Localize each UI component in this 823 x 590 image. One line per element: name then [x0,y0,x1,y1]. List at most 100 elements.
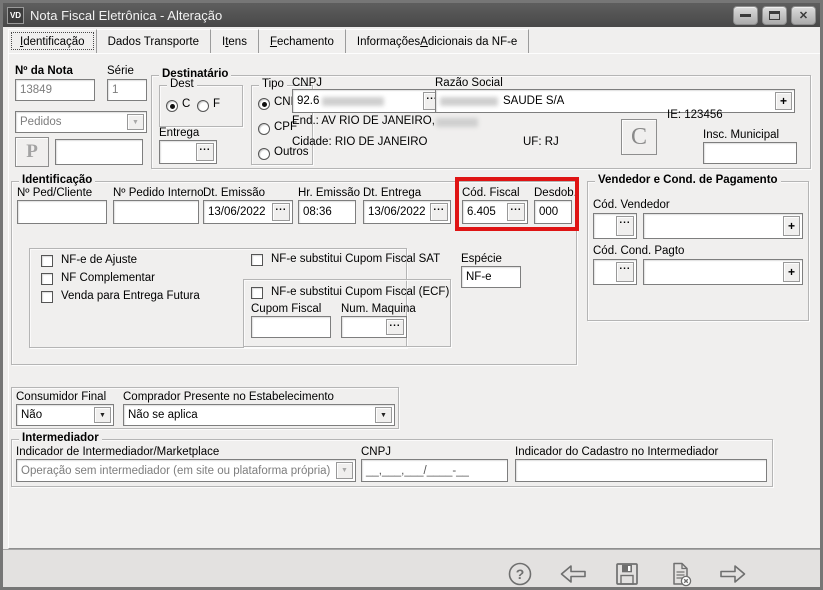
cod-vendedor-field[interactable]: ... [593,213,637,239]
vendedor-title: Vendedor e Cond. de Pagamento [595,174,781,186]
num-maquina-lookup-button[interactable]: ... [386,319,404,335]
insc-municipal-label: Insc. Municipal [703,129,779,141]
intermediador-cnpj-field[interactable]: __,___,___/____-__ [361,459,508,482]
dt-entrega-label: Dt. Entrega [363,187,421,199]
tipo-documento-combo[interactable]: Pedidos ▼ [15,111,147,133]
chevron-down-icon[interactable]: ▼ [94,407,111,423]
close-icon: ✕ [799,9,808,22]
entrega-lookup-button[interactable]: ... [196,143,214,161]
especie-field[interactable]: NF-e [461,266,521,288]
ped-cliente-field[interactable] [17,200,107,224]
p-button[interactable]: P [15,137,49,167]
cnpj-field[interactable]: 92.6 ... [292,89,444,113]
pedido-interno-field[interactable] [113,200,199,224]
razao-social-field[interactable]: SAUDE S/A + [435,89,795,113]
arrow-left-icon [559,560,587,588]
cod-fiscal-label: Cód. Fiscal [462,187,520,199]
num-maquina-field[interactable]: ... [341,316,407,338]
help-icon: ? [506,560,534,588]
tab-identificacao[interactable]: Identificação [8,29,97,53]
cod-fiscal-lookup-button[interactable]: ... [507,203,525,221]
cod-cond-pagto-lookup-button[interactable]: ... [616,262,634,282]
maximize-icon [769,11,780,20]
comprador-presente-label: Comprador Presente no Estabelecimento [123,391,334,403]
tab-informacoes-adicionais[interactable]: Informações Adicionais da NF-e [346,29,529,53]
cod-fiscal-value: 6.405 [467,206,496,218]
tab-itens[interactable]: Itens [211,29,259,53]
nf-complementar-checkbox[interactable] [41,273,53,285]
minimize-icon [740,14,751,17]
cond-pagto-add-button[interactable]: + [783,262,800,282]
consumidor-final-combo[interactable]: Não ▼ [16,404,114,426]
cadastro-intermediador-field[interactable] [515,459,767,482]
c-button[interactable]: C [621,119,657,155]
tipo-cpf-radio[interactable] [258,123,270,135]
dt-emissao-field[interactable]: 13/06/2022 ... [203,200,293,224]
razao-social-label: Razão Social [435,77,503,89]
save-button[interactable] [613,560,641,588]
cod-fiscal-field[interactable]: 6.405 ... [462,200,528,224]
cancel-document-button[interactable] [666,560,694,588]
help-button[interactable]: ? [506,560,534,588]
cidade-text: Cidade: RIO DE JANEIRO [292,136,427,148]
venda-entrega-futura-checkbox[interactable] [41,291,53,303]
vendedor-add-button[interactable]: + [783,216,800,236]
app-window: VD Nota Fiscal Eletrônica - Alteração ✕ … [0,0,823,590]
nfe-ajuste-label: NF-e de Ajuste [61,254,137,266]
dest-c-radio[interactable] [166,100,178,112]
chevron-down-icon[interactable]: ▼ [127,114,144,130]
hr-emissao-field[interactable]: 08:36 [298,200,356,224]
svg-text:?: ? [516,566,525,582]
previous-button[interactable] [559,560,587,588]
numero-nota-label: Nº da Nota [15,65,73,77]
ie-text: IE: 123456 [667,109,723,121]
pedido-interno-label: Nº Pedido Interno [113,187,204,199]
num-maquina-label: Num. Maquina [341,303,416,315]
vendedor-nome-field[interactable]: + [643,213,803,239]
nfe-substitui-sat-checkbox[interactable] [251,254,263,266]
indicador-intermediador-label: Indicador de Intermediador/Marketplace [16,446,219,458]
intermediador-cnpj-mask: __,___,___/____-__ [366,465,469,477]
cnpj-label: CNPJ [292,77,322,89]
dt-entrega-calendar-button[interactable]: ... [430,203,448,221]
razao-social-add-button[interactable]: + [775,92,792,110]
chevron-down-icon[interactable]: ▼ [336,462,353,479]
endereco-text: End.: AV RIO DE JANEIRO, [292,115,435,127]
minimize-button[interactable] [733,6,758,25]
tipo-label: Tipo [259,78,287,90]
serie-label: Série [107,65,134,77]
tab-dados-transporte[interactable]: Dados Transporte [97,29,211,53]
serie-field[interactable]: 1 [107,79,147,101]
next-button[interactable] [719,560,747,588]
close-button[interactable]: ✕ [791,6,816,25]
dt-entrega-field[interactable]: 13/06/2022 ... [363,200,451,224]
entrega-field[interactable]: ... [159,140,217,164]
identificacao-title: Identificação [19,174,95,186]
maximize-button[interactable] [762,6,787,25]
dt-emissao-calendar-button[interactable]: ... [272,203,290,221]
numero-nota-field[interactable]: 13849 [15,79,95,101]
especie-value: NF-e [466,271,492,283]
nfe-substitui-ecf-checkbox[interactable] [251,287,263,299]
desdob-label: Desdob. [534,187,577,199]
insc-municipal-field[interactable] [703,142,797,164]
cond-pagto-nome-field[interactable]: + [643,259,803,285]
indicador-intermediador-combo[interactable]: Operação sem intermediador (em site ou p… [16,459,356,482]
dest-f-radio[interactable] [197,100,209,112]
chevron-down-icon[interactable]: ▼ [375,407,392,423]
tab-label: A [420,36,428,48]
window-title: Nota Fiscal Eletrônica - Alteração [30,8,729,23]
tipo-cnpj-radio[interactable] [258,98,270,110]
cupom-fiscal-label: Cupom Fiscal [251,303,321,315]
cupom-fiscal-field[interactable] [251,316,331,338]
cod-vendedor-lookup-button[interactable]: ... [616,216,634,236]
cod-cond-pagto-field[interactable]: ... [593,259,637,285]
tipo-outros-radio[interactable] [258,148,270,160]
desdob-field[interactable]: 000 [534,200,572,224]
comprador-presente-combo[interactable]: Não se aplica ▼ [123,404,395,426]
nfe-ajuste-checkbox[interactable] [41,255,53,267]
nfe-substitui-sat-label: NF-e substitui Cupom Fiscal SAT [271,253,440,265]
p-field[interactable] [55,139,143,165]
tab-fechamento[interactable]: Fechamento [259,29,346,53]
cnpj-value: 92.6 [297,95,319,107]
